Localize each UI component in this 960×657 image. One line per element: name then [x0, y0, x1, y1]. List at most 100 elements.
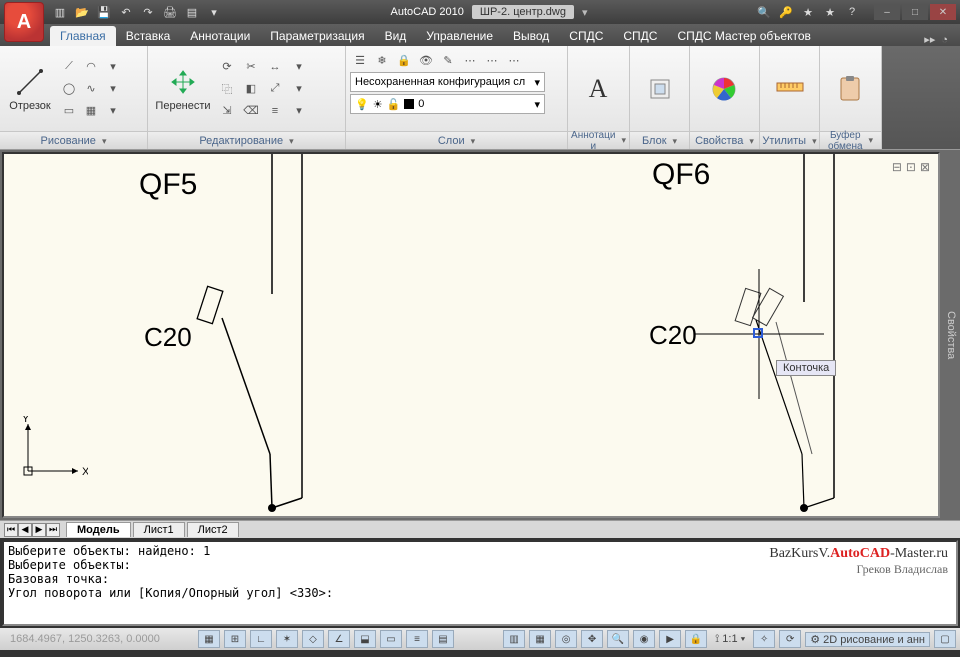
qat-more-icon[interactable]: ▾ [204, 3, 224, 21]
copy-icon[interactable]: ⿻ [217, 79, 237, 99]
spline-icon[interactable]: ∿ [81, 79, 101, 99]
pan-icon[interactable]: ✥ [581, 630, 603, 648]
panel-layers-title[interactable]: Слои [346, 131, 567, 149]
layermore3-icon[interactable]: ⋯ [504, 50, 524, 70]
tab-view[interactable]: Вид [375, 26, 417, 46]
vp-max-icon[interactable]: ⊡ [906, 160, 916, 174]
panel-clip-title[interactable]: Буфер обмена [820, 131, 881, 149]
cleanscreen-icon[interactable]: ▢ [934, 630, 956, 648]
zoom-icon[interactable]: 🔍 [607, 630, 629, 648]
otrack-toggle[interactable]: ∠ [328, 630, 350, 648]
sheet-first-icon[interactable]: ⏮ [4, 523, 18, 537]
key-icon[interactable]: 🔑 [776, 3, 796, 21]
mirror-icon[interactable]: ◧ [241, 79, 261, 99]
tab-insert[interactable]: Вставка [116, 26, 181, 46]
ducs-toggle[interactable]: ⬓ [354, 630, 376, 648]
sheet-prev-icon[interactable]: ◀ [18, 523, 32, 537]
layeriso-icon[interactable]: ❄ [372, 50, 392, 70]
more-dd-icon[interactable]: ▾ [103, 101, 123, 121]
qat-new-icon[interactable]: ▥ [50, 3, 70, 21]
sheet-next-icon[interactable]: ▶ [32, 523, 46, 537]
quickview-toggle[interactable]: ▦ [529, 630, 551, 648]
maximize-button[interactable]: □ [902, 4, 928, 20]
layeroff-icon[interactable]: 👁 [416, 50, 436, 70]
sheet-model[interactable]: Модель [66, 522, 131, 537]
dyn-toggle[interactable]: ▭ [380, 630, 402, 648]
osnap-toggle[interactable]: ◇ [302, 630, 324, 648]
qprop-toggle[interactable]: ▤ [432, 630, 454, 648]
favorite-icon[interactable]: ★ [798, 3, 818, 21]
command-window[interactable]: Выберите объекты: найдено: 1 Выберите об… [2, 540, 958, 626]
panel-modify-title[interactable]: Редактирование [148, 131, 345, 149]
layermore2-icon[interactable]: ⋯ [482, 50, 502, 70]
tab-spds2[interactable]: СПДС [613, 26, 667, 46]
qat-plot-icon[interactable]: 🖨 [160, 3, 180, 21]
favorite2-icon[interactable]: ★ [820, 3, 840, 21]
hatch-icon[interactable]: ▦ [81, 101, 101, 121]
move-button[interactable]: Перенести [152, 54, 214, 124]
layermore-icon[interactable]: ⋯ [460, 50, 480, 70]
trim-icon[interactable]: ✂ [241, 57, 261, 77]
modelspace-toggle[interactable]: ▥ [503, 630, 525, 648]
vp-close-icon[interactable]: ⊠ [920, 160, 930, 174]
workspace-switch[interactable]: ⚙ 2D рисование и анн [805, 632, 930, 647]
annoscale-icon[interactable]: ✧ [753, 630, 775, 648]
qat-sheet-icon[interactable]: ▤ [182, 3, 202, 21]
app-menu-button[interactable]: A [4, 2, 44, 42]
panel-anno-title[interactable]: Аннотаци и [568, 131, 629, 149]
layer-current-combo[interactable]: 💡 ☀ 🔓 0 ▾ [350, 94, 545, 114]
polar-toggle[interactable]: ✶ [276, 630, 298, 648]
scale-icon[interactable]: ⤢ [265, 79, 285, 99]
tab-spds1[interactable]: СПДС [559, 26, 613, 46]
search-icon[interactable]: 🔍 [754, 3, 774, 21]
ortho-toggle[interactable]: ∟ [250, 630, 272, 648]
sheet-last-icon[interactable]: ⏭ [46, 523, 60, 537]
ellipse-dd-icon[interactable]: ▾ [103, 79, 123, 99]
vp-min-icon[interactable]: ⊟ [892, 160, 902, 174]
annoscale-lock-icon[interactable]: 🔒 [685, 630, 707, 648]
layerfreeze-icon[interactable]: 🔒 [394, 50, 414, 70]
panel-props-title[interactable]: Свойства [690, 131, 759, 149]
qat-undo-icon[interactable]: ↶ [116, 3, 136, 21]
qat-open-icon[interactable]: 📂 [72, 3, 92, 21]
pline-dd-icon[interactable]: ▾ [103, 57, 123, 77]
explode-dd-icon[interactable]: ▾ [289, 101, 309, 121]
properties-button[interactable] [694, 54, 754, 124]
tab-anno[interactable]: Аннотации [180, 26, 260, 46]
grid-toggle[interactable]: ⊞ [224, 630, 246, 648]
tab-output[interactable]: Вывод [503, 26, 559, 46]
snap-toggle[interactable]: ▦ [198, 630, 220, 648]
doc-dd-icon[interactable]: ▾ [582, 6, 588, 19]
nav-toggle[interactable]: ◎ [555, 630, 577, 648]
sheet-layout1[interactable]: Лист1 [133, 522, 185, 537]
layerprop-icon[interactable]: ☰ [350, 50, 370, 70]
tab-home[interactable]: Главная [50, 26, 116, 46]
drawing-canvas[interactable]: ⊟ ⊡ ⊠ QF5 C20 [2, 152, 940, 518]
block-button[interactable] [634, 54, 685, 124]
qat-save-icon[interactable]: 💾 [94, 3, 114, 21]
layermatch-icon[interactable]: ✎ [438, 50, 458, 70]
close-button[interactable]: ✕ [930, 4, 956, 20]
rectangle-icon[interactable]: ▭ [59, 101, 79, 121]
palette-properties-tab[interactable]: Свойства [942, 150, 960, 520]
sheet-layout2[interactable]: Лист2 [187, 522, 239, 537]
scale-combo[interactable]: ⟟ 1:1 ▾ [711, 633, 749, 646]
array-dd-icon[interactable]: ▾ [289, 79, 309, 99]
stretch-icon[interactable]: ⇲ [217, 101, 237, 121]
polyline-icon[interactable]: ⟋ [59, 57, 79, 77]
fillet-dd-icon[interactable]: ▾ [289, 57, 309, 77]
help-icon[interactable]: ? [842, 3, 862, 21]
lwt-toggle[interactable]: ≡ [406, 630, 428, 648]
coords-readout[interactable]: 1684.4967, 1250.3263, 0.0000 [4, 633, 194, 645]
extend-icon[interactable]: ↔ [265, 57, 285, 77]
arc-icon[interactable]: ◠ [81, 57, 101, 77]
circle-icon[interactable]: ◯ [59, 79, 79, 99]
panel-draw-title[interactable]: Рисование [0, 131, 147, 149]
tabs-overflow[interactable]: ▸▸◔ [924, 33, 960, 46]
tab-param[interactable]: Параметризация [260, 26, 374, 46]
erase-icon[interactable]: ⌫ [241, 101, 261, 121]
showmotion-icon[interactable]: ▶ [659, 630, 681, 648]
annotation-button[interactable]: A [572, 54, 624, 124]
offset-icon[interactable]: ≡ [265, 101, 285, 121]
panel-block-title[interactable]: Блок [630, 131, 689, 149]
